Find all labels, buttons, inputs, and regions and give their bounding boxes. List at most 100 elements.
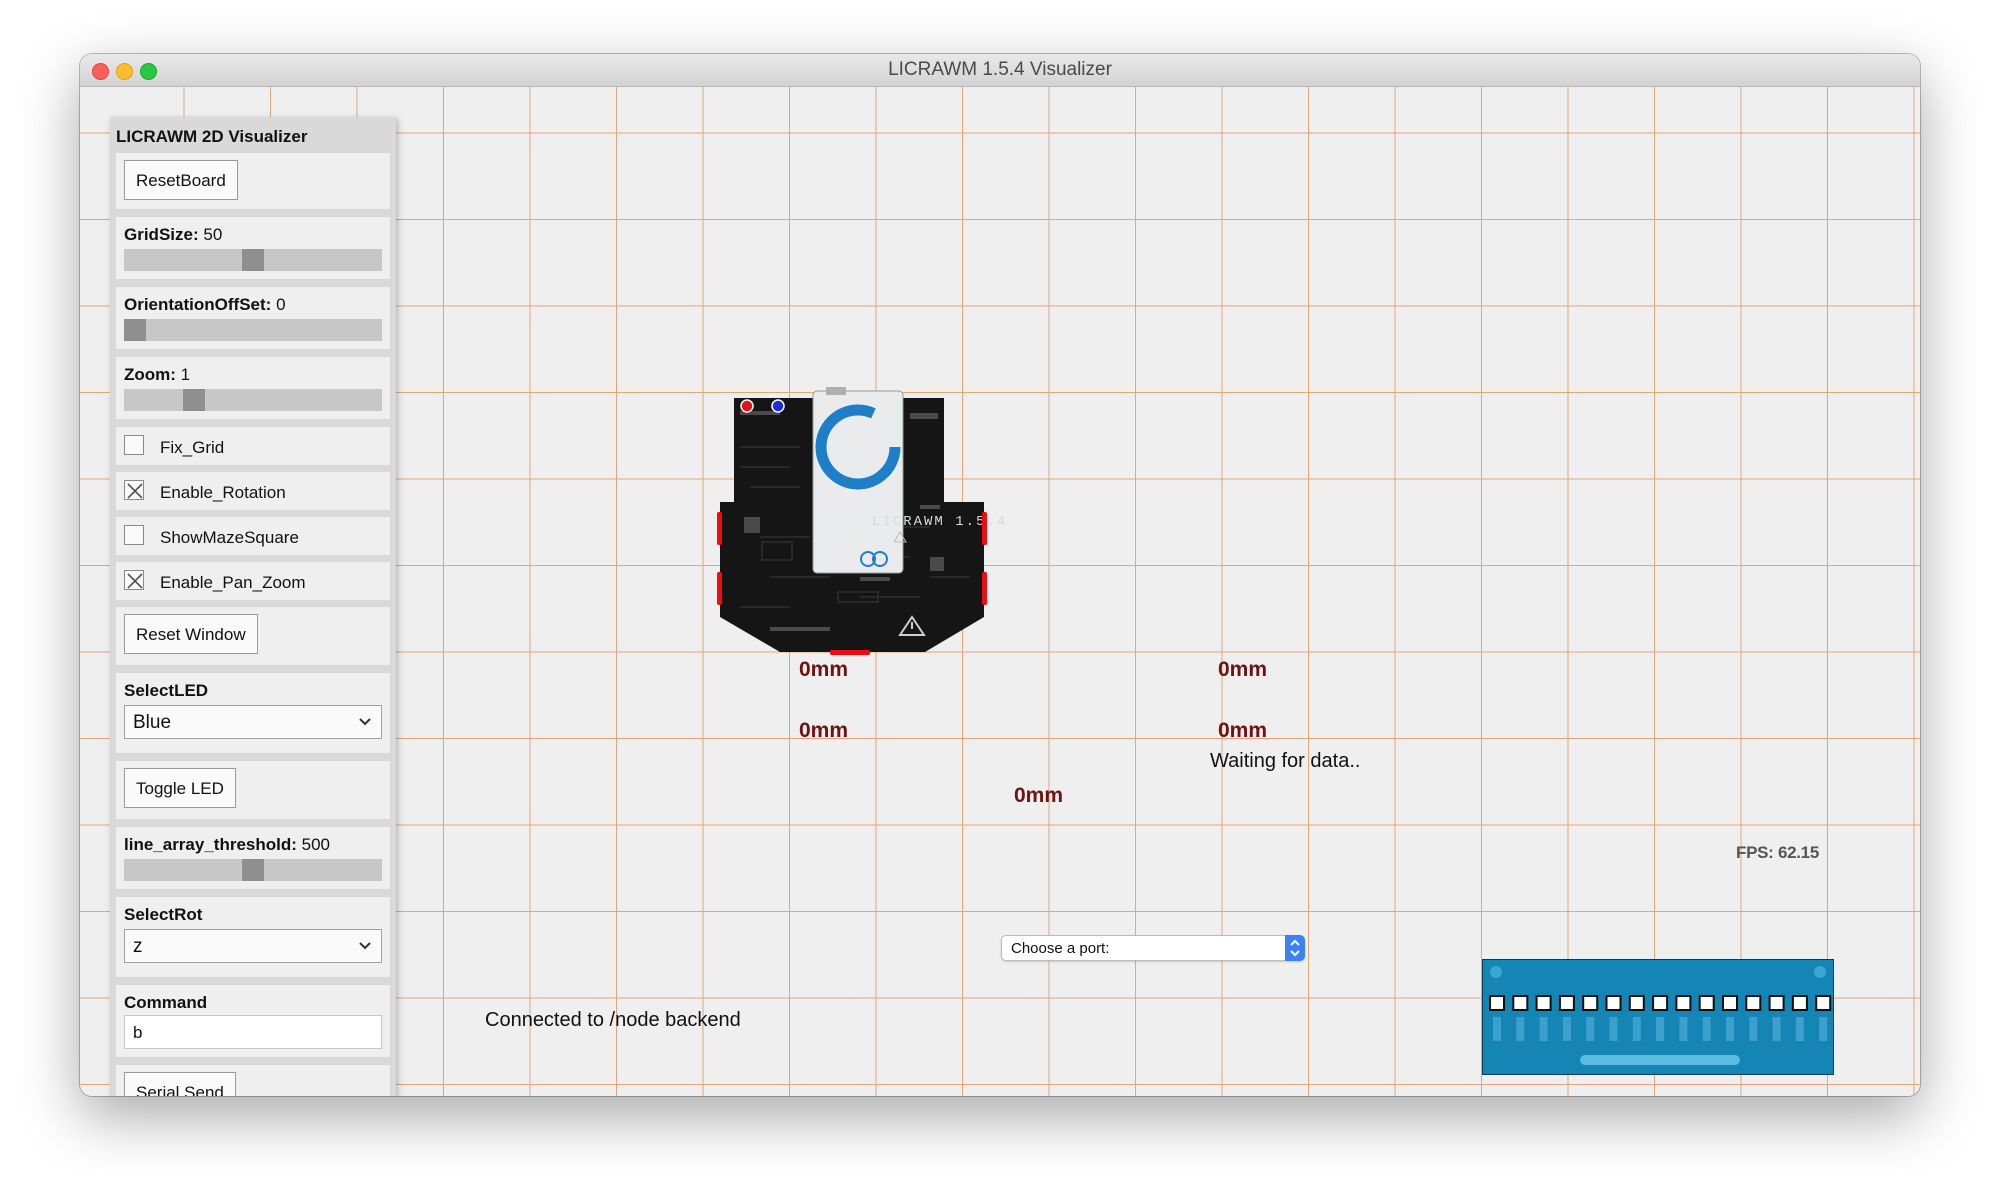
command-row: Command b — [116, 985, 390, 1057]
serial-send-button[interactable]: Serial Send — [124, 1072, 236, 1096]
right-top-distance: 0mm — [1218, 658, 1268, 681]
grid-size-value: 50 — [203, 225, 223, 244]
line-sensor-trace — [1795, 1017, 1804, 1041]
orientation-offset-slider[interactable] — [124, 319, 382, 341]
serial-send-row: Serial Send — [116, 1065, 390, 1096]
connection-status: Connected to /node backend — [485, 1009, 741, 1031]
enable-rotation-checkbox[interactable] — [124, 480, 144, 500]
chevron-down-icon — [359, 942, 371, 950]
line-sensor-cell — [1815, 995, 1832, 1011]
select-rot-dropdown[interactable]: z — [124, 929, 382, 963]
line-sensor-cell — [1558, 995, 1575, 1011]
port-select[interactable]: Choose a port: — [1001, 935, 1305, 961]
fix-grid-row[interactable]: Fix_Grid — [116, 427, 390, 465]
waiting-status: Waiting for data.. — [1210, 750, 1361, 772]
line-array-threshold-label: line_array_threshold: — [124, 835, 297, 854]
line-sensor-cell — [1768, 995, 1785, 1011]
title-bar: LICRAWM 1.5.4 Visualizer — [80, 54, 1920, 87]
fps-counter: FPS: 62.15 — [1736, 843, 1819, 862]
show-maze-square-row[interactable]: ShowMazeSquare — [116, 517, 390, 555]
reset-board-row: ResetBoard — [116, 153, 390, 209]
show-maze-square-checkbox[interactable] — [124, 525, 144, 545]
orientation-offset-value: 0 — [276, 295, 286, 314]
zoom-slider[interactable] — [124, 389, 382, 411]
zoom-row: Zoom: 1 — [116, 357, 390, 419]
toggle-led-row: Toggle LED — [116, 761, 390, 819]
command-input-value: b — [133, 1023, 143, 1042]
grid-size-slider[interactable] — [124, 249, 382, 271]
line-sensor-trace — [1516, 1017, 1525, 1041]
right-top-sensor — [982, 512, 987, 545]
line-sensor-cell — [1675, 995, 1692, 1011]
line-sensor-trace — [1609, 1017, 1618, 1041]
blue-led — [771, 399, 785, 413]
fix-grid-checkbox[interactable] — [124, 435, 144, 455]
grid-size-label: GridSize: — [124, 225, 199, 244]
port-select-stepper[interactable] — [1285, 935, 1305, 961]
line-sensor-cell — [1698, 995, 1715, 1011]
line-sensor-trace — [1586, 1017, 1595, 1041]
line-sensor-trace — [1493, 1017, 1501, 1041]
grid-size-slider-thumb[interactable] — [242, 249, 264, 271]
reset-window-button[interactable]: Reset Window — [124, 614, 258, 654]
line-array-threshold-value: 500 — [301, 835, 331, 854]
enable-pan-zoom-label: Enable_Pan_Zoom — [160, 573, 306, 592]
line-sensor-cells — [1489, 995, 1832, 1041]
line-sensor-trace — [1749, 1017, 1758, 1041]
line-array-threshold-row: line_array_threshold: 500 — [116, 827, 390, 889]
right-bottom-distance: 0mm — [1218, 719, 1268, 742]
orientation-offset-row: OrientationOffSet: 0 — [116, 287, 390, 349]
line-array-threshold-slider-thumb[interactable] — [242, 859, 264, 881]
panel-title: LICRAWM 2D Visualizer — [116, 127, 308, 146]
line-sensor-cell — [1582, 995, 1599, 1011]
select-led-dropdown[interactable]: Blue — [124, 705, 382, 739]
visualizer-canvas[interactable]: LICRAWM 1.5.4 0mm 0mm 0mm 0mm 0mm Waitin… — [80, 87, 1920, 1096]
fix-grid-label: Fix_Grid — [160, 438, 225, 457]
enable-pan-zoom-checkbox[interactable] — [124, 570, 144, 590]
left-top-distance: 0mm — [799, 658, 849, 681]
left-bottom-distance: 0mm — [799, 719, 849, 742]
line-sensor-cell — [1745, 995, 1762, 1011]
command-input[interactable]: b — [124, 1015, 382, 1049]
control-panel: LICRAWM 2D Visualizer ResetBoard GridSiz… — [110, 117, 396, 1096]
line-sensor-trace — [1819, 1017, 1828, 1041]
line-sensor-cell — [1722, 995, 1738, 1011]
select-rot-value: z — [133, 936, 143, 957]
x-check-icon — [127, 483, 143, 499]
x-check-icon — [127, 573, 143, 589]
line-array-pins — [1580, 1055, 1740, 1065]
zoom-slider-thumb[interactable] — [183, 389, 205, 411]
port-select-value: Choose a port: — [1011, 940, 1110, 957]
app-window: LICRAWM 1.5.4 Visualizer LICRAWM 1.5.4 0… — [80, 54, 1920, 1096]
select-led-label: SelectLED — [124, 681, 209, 700]
line-array-threshold-slider[interactable] — [124, 859, 382, 881]
bottom-distance: 0mm — [1014, 784, 1064, 807]
line-sensor-cell — [1605, 995, 1622, 1011]
orientation-offset-slider-thumb[interactable] — [124, 319, 146, 341]
select-led-value: Blue — [133, 712, 172, 733]
right-bottom-sensor — [982, 572, 987, 605]
line-sensor-trace — [1702, 1017, 1711, 1041]
enable-rotation-row[interactable]: Enable_Rotation — [116, 472, 390, 510]
line-sensor-trace — [1726, 1017, 1734, 1041]
toggle-led-button[interactable]: Toggle LED — [124, 768, 236, 808]
red-led — [740, 399, 754, 413]
robot-board: LICRAWM 1.5.4 — [717, 387, 1005, 655]
bottom-sensor — [830, 650, 870, 655]
usb-port — [826, 387, 846, 395]
orientation-offset-label: OrientationOffSet: — [124, 295, 272, 314]
line-sensor-trace — [1539, 1017, 1548, 1041]
line-sensor-cell — [1512, 995, 1529, 1011]
line-sensor-trace — [1772, 1017, 1781, 1041]
show-maze-square-label: ShowMazeSquare — [160, 528, 299, 547]
left-top-sensor — [717, 512, 722, 545]
line-sensor-trace — [1656, 1017, 1665, 1041]
line-sensor-cell — [1489, 995, 1505, 1011]
enable-rotation-label: Enable_Rotation — [160, 483, 286, 502]
select-led-row: SelectLED Blue — [116, 673, 390, 753]
reset-board-button[interactable]: ResetBoard — [124, 160, 238, 200]
enable-pan-zoom-row[interactable]: Enable_Pan_Zoom — [116, 562, 390, 600]
line-sensor-cell — [1652, 995, 1669, 1011]
line-sensor-array — [1482, 959, 1834, 1075]
updown-chevron-icon — [1290, 939, 1300, 957]
